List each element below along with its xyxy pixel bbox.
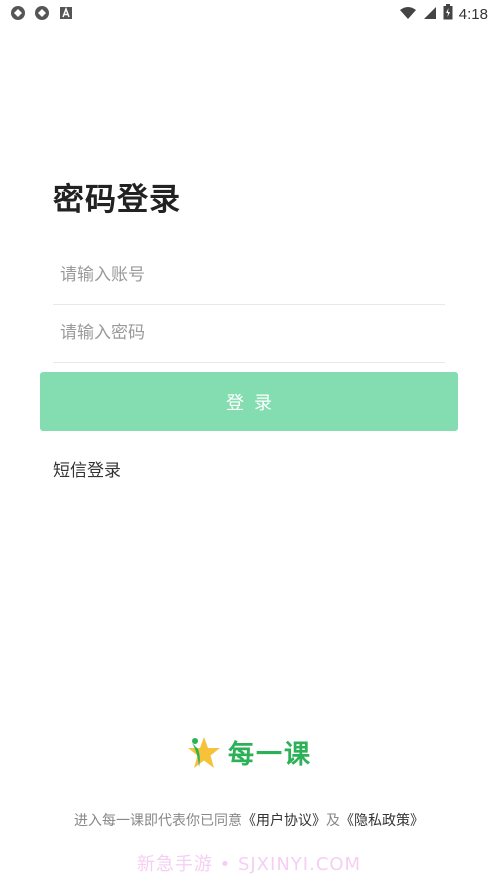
battery-icon	[443, 4, 453, 24]
password-field	[53, 304, 452, 363]
sync-icon	[34, 5, 50, 21]
signal-icon	[423, 5, 437, 24]
password-input[interactable]	[53, 304, 452, 362]
privacy-policy-link[interactable]: 《隐私政策》	[340, 813, 424, 829]
login-button[interactable]: 登录	[40, 372, 458, 431]
system-indicators: 4:18	[399, 4, 488, 24]
star-logo-icon	[188, 736, 220, 768]
agreement-prefix: 进入每一课即代表你已同意	[74, 813, 242, 829]
status-bar: 4:18	[0, 0, 498, 28]
account-field	[53, 246, 452, 305]
clock: 4:18	[458, 5, 488, 23]
app-a-icon	[58, 5, 74, 21]
notification-icons	[10, 5, 74, 21]
watermark: 新急手游 • SJXINYI.COM	[136, 854, 362, 875]
agreement-conjunction: 及	[326, 813, 340, 829]
page-title: 密码登录	[53, 182, 181, 218]
wifi-icon	[399, 5, 417, 24]
brand-logo: 每一课	[186, 734, 312, 771]
sms-login-link[interactable]: 短信登录	[53, 456, 121, 481]
brand-name: 每一课	[228, 740, 313, 770]
agreement-text: 进入每一课即代表你已同意《用户协议》及《隐私政策》	[0, 810, 498, 830]
user-agreement-link[interactable]: 《用户协议》	[242, 813, 326, 829]
account-input[interactable]	[53, 246, 452, 304]
sync-icon	[10, 5, 26, 21]
